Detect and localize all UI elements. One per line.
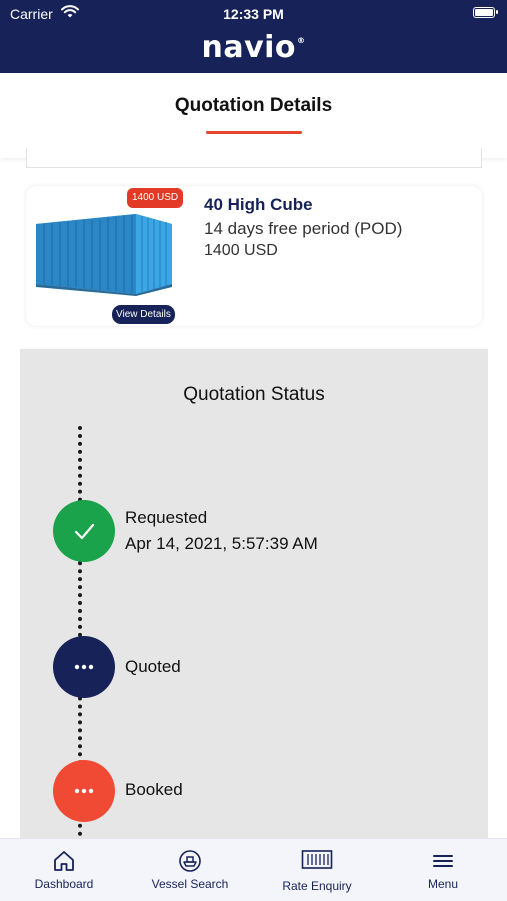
container-card[interactable]: 1400 USD View Details 40 High Cube 14 da… (26, 186, 482, 326)
container-image (34, 210, 174, 301)
price-badge: 1400 USD (127, 188, 184, 208)
free-period-text: 14 days free period (POD) (204, 219, 403, 238)
tab-menu[interactable]: Menu (404, 839, 482, 901)
registered-mark: ® (297, 36, 306, 45)
quoted-step-label: Quoted (125, 657, 181, 676)
app-navbar: navio® (0, 28, 507, 73)
tab-rate-enquiry[interactable]: Rate Enquiry (272, 839, 362, 901)
status-bar: Carrier 12:33 PM (0, 0, 507, 28)
ship-icon (178, 849, 202, 878)
requested-step-timestamp: Apr 14, 2021, 5:57:39 AM (125, 534, 318, 553)
logo-text: navio (201, 30, 297, 65)
title-underline (206, 131, 302, 134)
tab-rate-enquiry-label: Rate Enquiry (282, 879, 352, 893)
quoted-step-circle (53, 636, 115, 698)
navio-logo: navio® (0, 30, 507, 65)
tab-vessel-search[interactable]: Vessel Search (140, 839, 240, 901)
clock: 12:33 PM (223, 6, 284, 22)
home-icon (52, 849, 76, 878)
requested-step-circle (53, 500, 115, 562)
checkmark-icon (74, 523, 95, 540)
page-header: Quotation Details (0, 73, 507, 158)
view-details-button[interactable]: View Details (112, 305, 175, 324)
quotation-status-panel: Quotation Status Requested Apr 14, 2021,… (20, 349, 488, 900)
requested-step-label: Requested (125, 508, 208, 527)
tab-dashboard-label: Dashboard (34, 877, 94, 891)
ellipsis-icon (74, 664, 94, 670)
battery-icon (473, 7, 498, 18)
ellipsis-icon (74, 788, 94, 794)
bottom-tab-bar: Dashboard Vessel Search Rate Enquiry Men… (0, 838, 507, 901)
container-icon (301, 849, 333, 876)
page-title: Quotation Details (174, 95, 333, 116)
price-text: 1400 USD (204, 242, 278, 259)
status-section-title: Quotation Status (183, 384, 325, 405)
booked-step-circle (53, 760, 115, 822)
previous-card-edge (26, 148, 482, 168)
booked-step-label: Booked (125, 780, 183, 799)
tab-menu-label: Menu (427, 877, 459, 891)
tab-vessel-search-label: Vessel Search (151, 877, 229, 891)
tab-dashboard[interactable]: Dashboard (20, 839, 108, 901)
container-type-title: 40 High Cube (204, 195, 313, 214)
menu-icon (432, 849, 454, 878)
